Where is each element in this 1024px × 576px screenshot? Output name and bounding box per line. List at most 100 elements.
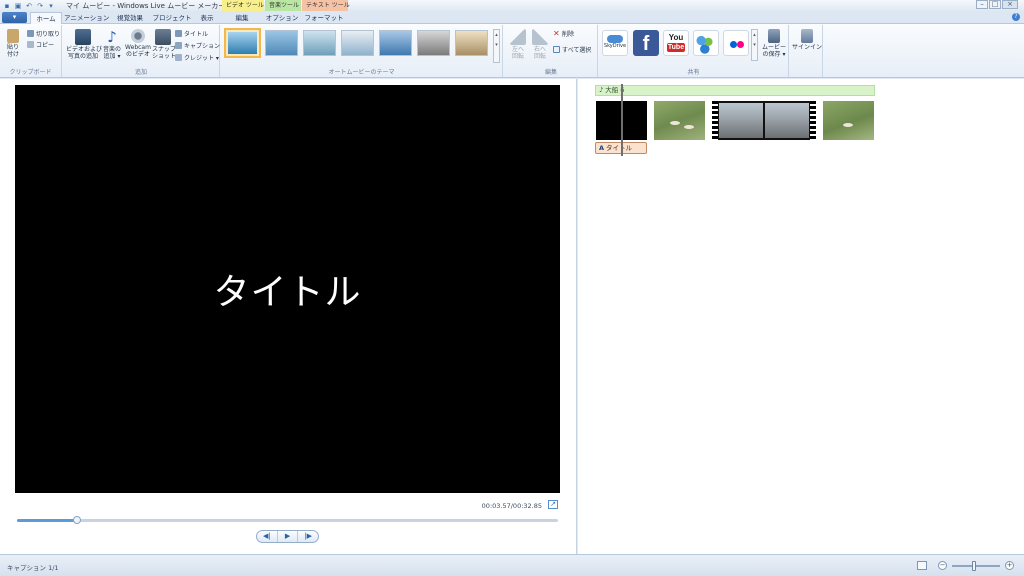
theme-sepia[interactable] xyxy=(455,30,488,56)
select-all-button[interactable]: すべて選択 xyxy=(553,45,591,54)
rotate-left-icon xyxy=(510,29,526,45)
group-signin: サインイン xyxy=(790,25,823,77)
save-movie-button[interactable]: ムービー の保存 ▾ xyxy=(760,29,788,58)
zoom-slider[interactable] xyxy=(952,565,1000,567)
rotate-right-label-2: 回転 xyxy=(533,53,546,60)
preview-monitor[interactable]: タイトル xyxy=(15,85,560,493)
tab-project[interactable]: プロジェクト xyxy=(152,12,192,24)
help-icon[interactable]: ? xyxy=(1012,13,1020,21)
context-tab-music-tools: 音楽ツール xyxy=(265,0,301,11)
themes-gallery-scroll[interactable]: ▴ ▾ xyxy=(493,29,500,63)
rotate-right-button[interactable]: 右へ 回転 xyxy=(530,29,550,60)
youtube-button[interactable]: You Tube xyxy=(663,30,689,56)
group-clipboard: 貼り 付け 切り取り コピー クリップボード xyxy=(0,25,62,77)
time-readout: 00:03.57/00:32.85 xyxy=(481,502,542,510)
paste-icon xyxy=(7,29,19,43)
webcam-video-button[interactable]: Webcam のビデオ xyxy=(125,29,151,58)
tab-options[interactable]: オプション xyxy=(264,12,300,24)
add-video-label-2: 写真の追加 xyxy=(67,53,98,60)
road-frame xyxy=(765,103,809,138)
sign-in-icon xyxy=(800,29,813,43)
messenger-button[interactable] xyxy=(693,30,719,56)
customize-qat-icon[interactable]: ▾ xyxy=(47,2,55,10)
copy-button[interactable]: コピー xyxy=(27,40,54,49)
next-frame-button[interactable]: |▶ xyxy=(298,531,318,542)
tab-animations[interactable]: アニメーション xyxy=(64,12,109,24)
quick-access-toolbar: ▪ ▣ ↶ ↷ ▾ xyxy=(0,0,55,11)
select-all-icon xyxy=(553,46,560,53)
preview-title-text: タイトル xyxy=(213,272,362,313)
title-bar: ▪ ▣ ↶ ↷ ▾ マイ ムービー - Windows Live ムービー メー… xyxy=(0,0,1024,11)
cut-button[interactable]: 切り取り xyxy=(27,29,60,38)
flickr-button[interactable] xyxy=(723,30,749,56)
tab-edit[interactable]: 編集 xyxy=(224,12,260,24)
caption-label: キャプション xyxy=(184,43,221,50)
theme-contemporary[interactable] xyxy=(265,30,298,56)
video-clip-goose-1[interactable] xyxy=(654,101,705,140)
snapshot-label-1: スナップ xyxy=(152,46,177,53)
skydrive-button[interactable]: SkyDrive xyxy=(602,30,628,56)
playback-controls: ◀| ▶ |▶ xyxy=(256,530,319,543)
facebook-button[interactable]: f xyxy=(633,30,659,56)
file-menu-button[interactable]: ▾ xyxy=(2,12,27,23)
delete-label: 削除 xyxy=(562,31,575,38)
title-icon xyxy=(175,30,182,37)
theme-cinematic[interactable] xyxy=(303,30,336,56)
webcam-icon xyxy=(131,29,145,43)
add-music-button[interactable]: ♪ 音楽の 追加 ▾ xyxy=(101,29,123,60)
previous-frame-button[interactable]: ◀| xyxy=(257,531,278,542)
webcam-label-2: のビデオ xyxy=(125,51,150,58)
zoom-out-button[interactable]: − xyxy=(938,561,947,570)
play-button[interactable]: ▶ xyxy=(278,531,299,542)
music-track[interactable]: ♪ 大船 6 xyxy=(595,85,875,96)
paste-button[interactable]: 貼り 付け xyxy=(3,29,23,58)
seek-thumb[interactable] xyxy=(72,516,81,524)
theme-black-white[interactable] xyxy=(417,30,450,56)
theme-default[interactable] xyxy=(224,28,261,58)
add-music-label-1: 音楽の xyxy=(102,46,121,53)
zoom-slider-thumb[interactable] xyxy=(971,561,976,571)
maximize-button[interactable]: □ xyxy=(989,0,1001,9)
save-icon[interactable]: ▣ xyxy=(14,2,22,10)
webcam-label-1: Webcam xyxy=(125,44,151,51)
snapshot-icon xyxy=(155,29,171,45)
fullscreen-preview-icon[interactable]: ↗ xyxy=(548,500,558,509)
caption-button[interactable]: キャプション xyxy=(175,41,220,50)
sign-in-button[interactable]: サインイン xyxy=(792,29,822,51)
snapshot-button[interactable]: スナップ ショット xyxy=(152,29,177,60)
group-label-clipboard: クリップボード xyxy=(9,69,52,76)
copy-label: コピー xyxy=(36,42,55,49)
credits-button[interactable]: クレジット ▾ xyxy=(175,53,219,62)
road-frame xyxy=(719,103,763,138)
playhead[interactable] xyxy=(621,84,623,156)
theme-fade[interactable] xyxy=(341,30,374,56)
save-movie-label-2: の保存 ▾ xyxy=(762,51,786,58)
share-gallery-scroll[interactable]: ▴ ▾ xyxy=(751,29,758,61)
title-button[interactable]: タイトル xyxy=(175,29,208,38)
goose-icon xyxy=(684,125,694,129)
undo-icon[interactable]: ↶ xyxy=(25,2,33,10)
delete-button[interactable]: ✕ 削除 xyxy=(553,29,575,39)
tab-home[interactable]: ホーム xyxy=(30,12,62,24)
tab-visual-effects[interactable]: 視覚効果 xyxy=(110,12,150,24)
zoom-in-button[interactable]: + xyxy=(1005,561,1014,570)
add-videos-photos-button[interactable]: ビデオおよび 写真の追加 xyxy=(66,29,102,60)
seek-bar[interactable] xyxy=(17,516,558,524)
youtube-label-1: You xyxy=(668,33,684,42)
redo-icon[interactable]: ↷ xyxy=(36,2,44,10)
group-label-edit: 編集 xyxy=(544,69,557,76)
group-label-themes: オートムービーのテーマ xyxy=(328,69,395,76)
caption-a-icon: A xyxy=(599,144,605,152)
tab-format[interactable]: フォーマット xyxy=(304,12,344,24)
thumbnail-size-icon[interactable] xyxy=(917,561,927,570)
video-clip-road[interactable] xyxy=(712,101,816,140)
caption-icon xyxy=(175,42,182,49)
video-clip-goose-2[interactable] xyxy=(823,101,874,140)
app-icon[interactable]: ▪ xyxy=(3,2,11,10)
minimize-button[interactable]: – xyxy=(976,0,988,9)
theme-pan-zoom[interactable] xyxy=(379,30,412,56)
rotate-left-button[interactable]: 左へ 回転 xyxy=(508,29,528,60)
cut-label: 切り取り xyxy=(36,31,61,38)
close-button[interactable]: × xyxy=(1002,0,1018,9)
tab-view[interactable]: 表示 xyxy=(194,12,220,24)
